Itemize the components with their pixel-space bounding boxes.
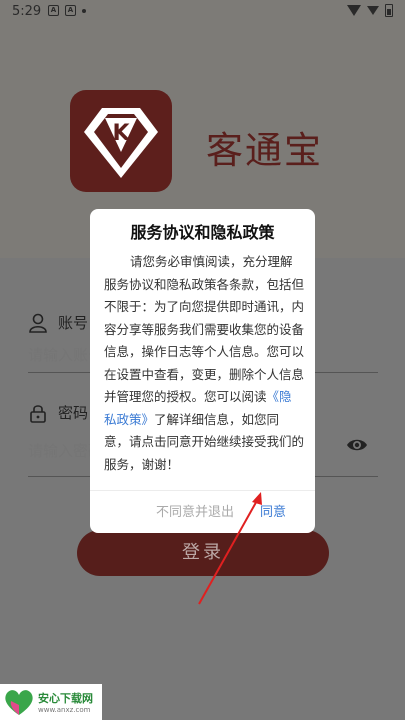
watermark-title: 安心下载网 <box>38 692 93 705</box>
app-screen: 5:29 A A K 客通宝 账号 请输入账号 密码 请输入密码 登录 安心下载… <box>0 0 405 720</box>
account-label-row: 账号 <box>28 312 88 333</box>
watermark: 安心下载网 www.anxz.com <box>0 684 102 720</box>
login-button[interactable]: 登录 <box>77 530 329 576</box>
status-bar: 5:29 A A <box>0 0 405 24</box>
app-name: 客通宝 <box>206 129 323 172</box>
battery-icon <box>385 4 393 17</box>
dialog-title: 服务协议和隐私政策 <box>130 223 275 242</box>
watermark-url: www.anxz.com <box>38 706 91 714</box>
account-label: 账号 <box>58 314 89 332</box>
dialog-body: 请您务必审慎阅读，充分理解服务协议和隐私政策各条款，包括但不限于：为了向您提供即… <box>104 251 304 476</box>
dialog-divider <box>90 490 315 491</box>
heart-logo-icon <box>2 687 36 717</box>
app-logo: K <box>70 90 172 192</box>
notification-icons: A A <box>48 5 86 16</box>
eye-icon[interactable] <box>346 436 368 454</box>
password-label-row: 密码 <box>28 402 88 423</box>
logo-letter: K <box>112 121 130 146</box>
dot-icon <box>82 9 86 13</box>
password-label: 密码 <box>58 404 89 422</box>
disagree-button[interactable]: 不同意并退出 <box>156 501 234 520</box>
a-box-icon: A <box>65 5 76 16</box>
dialog-body-text: 请您务必审慎阅读，充分理解服务协议和隐私政策各条款，包括但不限于：为了向您提供即… <box>104 254 305 404</box>
wifi-icon <box>347 5 361 16</box>
a-box-icon: A <box>48 5 59 16</box>
agree-button[interactable]: 同意 <box>260 501 286 520</box>
privacy-dialog: 服务协议和隐私政策 请您务必审慎阅读，充分理解服务协议和隐私政策各条款，包括但不… <box>90 209 315 533</box>
diamond-icon: K <box>84 108 158 178</box>
user-icon <box>29 313 47 333</box>
signal-icon <box>367 6 379 15</box>
system-icons <box>347 4 393 17</box>
lock-icon <box>30 404 46 423</box>
status-time: 5:29 <box>12 4 42 19</box>
